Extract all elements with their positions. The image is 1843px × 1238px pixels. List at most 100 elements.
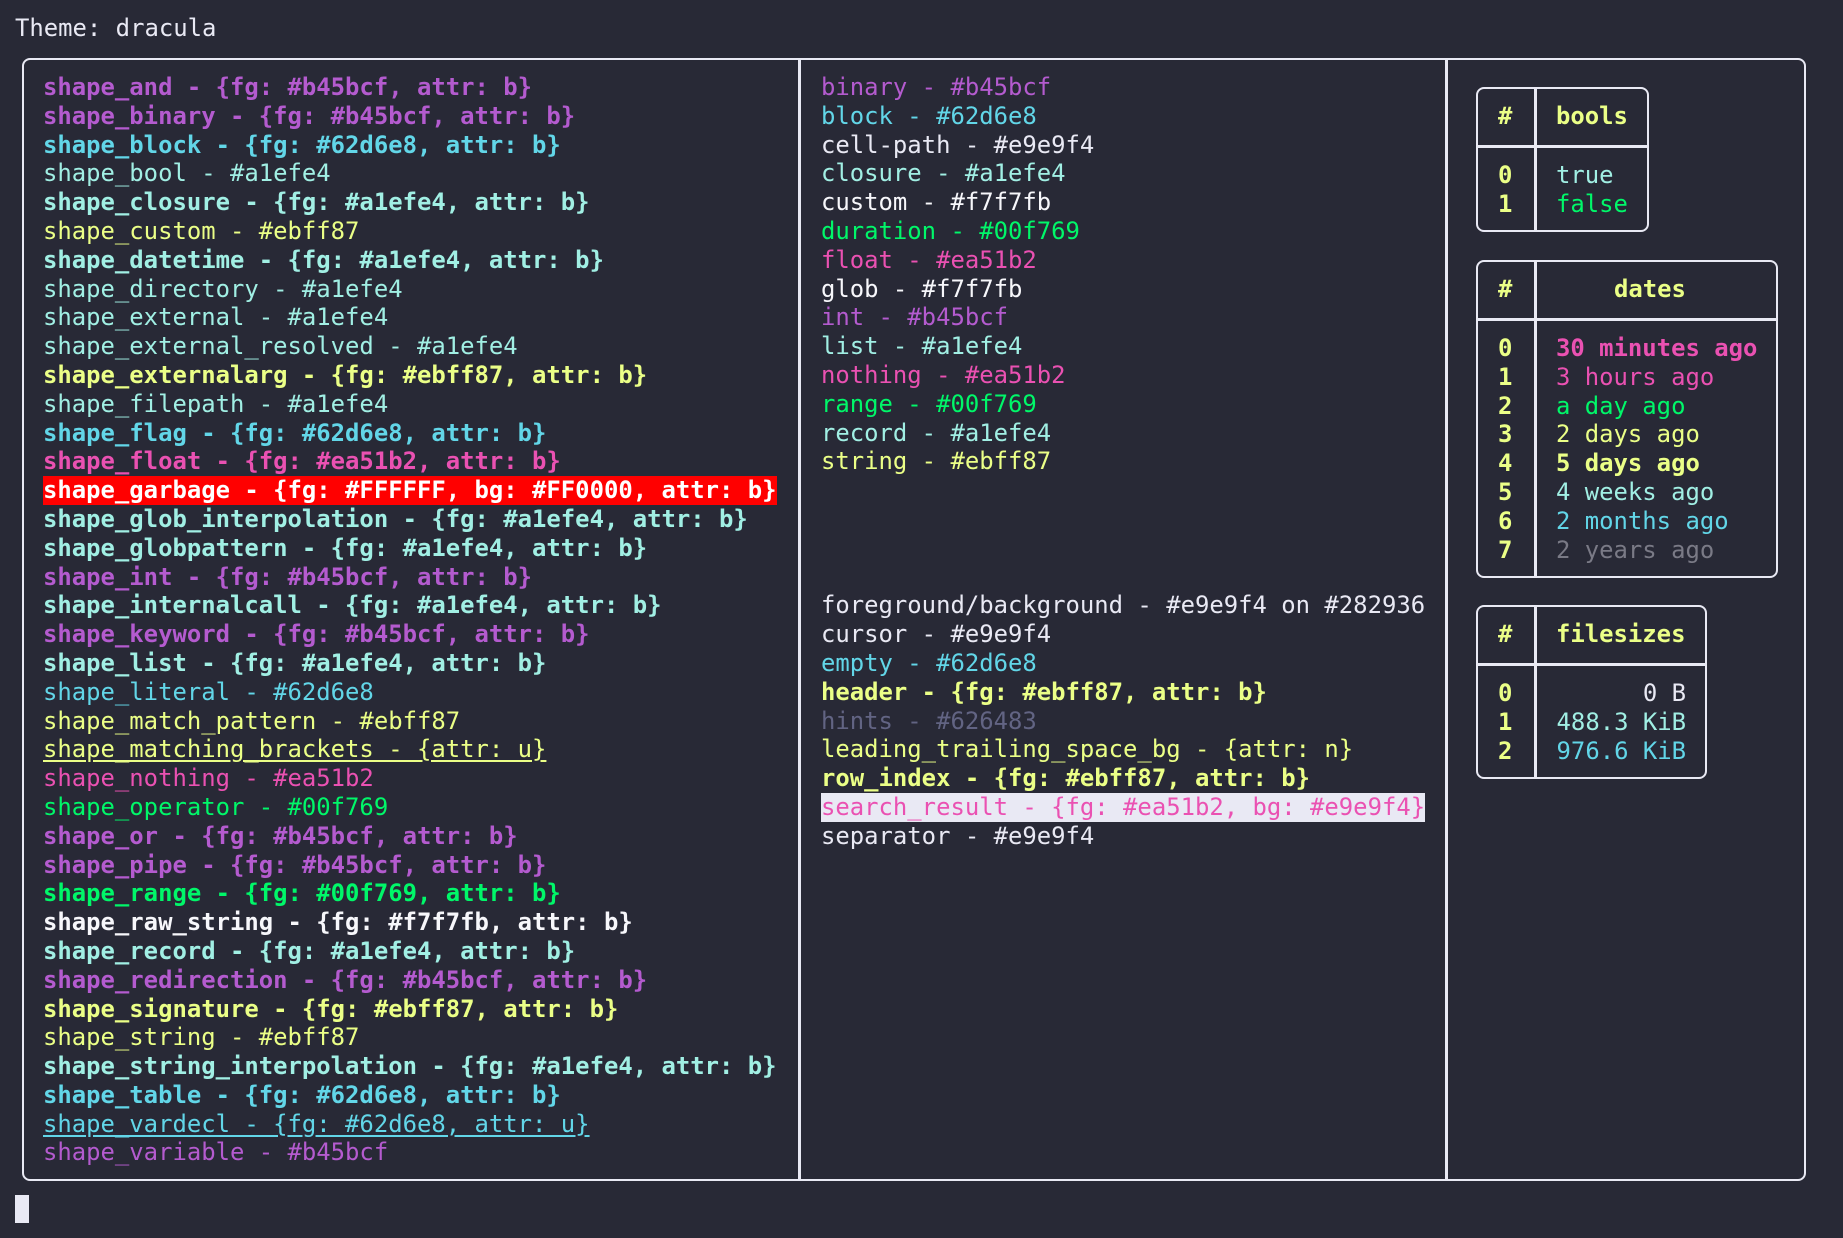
shape-color-entry: shape_float - {fg: #ea51b2, attr: b} xyxy=(43,447,561,476)
table-column-divider xyxy=(1534,89,1537,230)
type-color-list: binary - #b45bcf block - #62d6e8 cell-path… xyxy=(821,73,1094,476)
dates-value: 30 minutes ago xyxy=(1556,334,1758,362)
shape-color-entry: shape_closure - {fg: #a1efe4, attr: b} xyxy=(43,188,590,217)
ui-color-entry: separator - #e9e9f4 xyxy=(821,821,1095,850)
ui-color-entry: hints - #626483 xyxy=(821,706,1037,735)
row-index: 0 xyxy=(1498,161,1513,189)
row-index: 5 xyxy=(1498,478,1513,506)
table-header-divider xyxy=(1478,145,1647,148)
column-divider xyxy=(798,58,801,1181)
shape-color-entry: shape_range - {fg: #00f769, attr: b} xyxy=(43,879,561,908)
table-column-divider xyxy=(1534,262,1537,576)
table-header-divider xyxy=(1478,318,1776,321)
ui-color-entry: row_index - {fg: #ebff87, attr: b} xyxy=(821,764,1311,793)
type-color-entry: float - #ea51b2 xyxy=(821,245,1037,274)
shape-color-entry: shape_matching_brackets - {attr: u} xyxy=(43,735,547,764)
dates-header: dates xyxy=(1614,275,1686,303)
shape-color-entry: shape_external_resolved - #a1efe4 xyxy=(43,332,518,361)
row-index: 0 xyxy=(1498,334,1513,362)
dates-value: 3 hours ago xyxy=(1556,362,1715,391)
type-color-entry: list - #a1efe4 xyxy=(821,332,1023,361)
filesizes-value: 976.6 KiB xyxy=(1556,736,1686,765)
dates-value: a day ago xyxy=(1556,391,1686,420)
shape-color-entry: shape_and - {fg: #b45bcf, attr: b} xyxy=(43,73,533,101)
shape-color-entry: shape_keyword - {fg: #b45bcf, attr: b} xyxy=(43,620,590,649)
shape-color-entry: shape_externalarg - {fg: #ebff87, attr: … xyxy=(43,360,648,389)
ui-color-list: foreground/background - #e9e9f4 on #2829… xyxy=(821,591,1426,850)
ui-color-entry: search_result - {fg: #ea51b2, bg: #e9e9f… xyxy=(821,792,1426,822)
shape-color-entry: shape_filepath - #a1efe4 xyxy=(43,389,389,418)
type-color-entry: duration - #00f769 xyxy=(821,216,1080,245)
type-color-entry: cell-path - #e9e9f4 xyxy=(821,130,1095,159)
shape-color-entry: shape_globpattern - {fg: #a1efe4, attr: … xyxy=(43,533,648,562)
shape-color-entry: shape_flag - {fg: #62d6e8, attr: b} xyxy=(43,418,547,447)
terminal-cursor xyxy=(15,1195,29,1223)
shape-color-entry: shape_vardecl - {fg: #62d6e8, attr: u} xyxy=(43,1109,590,1138)
row-index: 4 xyxy=(1498,449,1513,478)
ui-color-entry: empty - #62d6e8 xyxy=(821,648,1037,677)
shape-color-entry: shape_bool - #a1efe4 xyxy=(43,159,331,188)
bools-value: false xyxy=(1556,189,1628,218)
shape-color-list: shape_and - {fg: #b45bcf, attr: b} shape_… xyxy=(43,73,777,1167)
index-header: # xyxy=(1498,275,1513,303)
shape-color-entry: shape_block - {fg: #62d6e8, attr: b} xyxy=(43,130,561,159)
dates-value: 2 months ago xyxy=(1556,506,1729,535)
shape-color-entry: shape_string - #ebff87 xyxy=(43,1023,360,1052)
filesizes-table: # filesizes 0 0 B 1 488.3 KiB 2 976.6 KiB xyxy=(1476,605,1707,779)
index-header: # xyxy=(1498,102,1513,130)
type-color-entry: string - #ebff87 xyxy=(821,447,1052,476)
bools-table: # bools 0 true 1 false xyxy=(1476,87,1649,232)
filesizes-value: 488.3 KiB xyxy=(1556,707,1686,736)
shape-color-entry: shape_list - {fg: #a1efe4, attr: b} xyxy=(43,648,547,677)
type-color-entry: int - #b45bcf xyxy=(821,303,1008,332)
row-index: 7 xyxy=(1498,535,1513,564)
shape-color-entry: shape_record - {fg: #a1efe4, attr: b} xyxy=(43,936,576,965)
type-color-entry: block - #62d6e8 xyxy=(821,101,1037,130)
ui-color-entry: foreground/background - #e9e9f4 on #2829… xyxy=(821,591,1426,620)
row-index: 1 xyxy=(1498,362,1513,391)
shape-color-entry: shape_string_interpolation - {fg: #a1efe… xyxy=(43,1052,777,1081)
type-color-entry: nothing - #ea51b2 xyxy=(821,360,1066,389)
shape-color-entry: shape_garbage - {fg: #FFFFFF, bg: #FF000… xyxy=(43,476,777,505)
table-column-divider xyxy=(1534,607,1537,777)
type-color-entry: custom - #f7f7fb xyxy=(821,188,1052,217)
shape-color-entry: shape_literal - #62d6e8 xyxy=(43,677,374,706)
row-index: 1 xyxy=(1498,707,1513,736)
row-index: 6 xyxy=(1498,506,1513,535)
shape-color-entry: shape_table - {fg: #62d6e8, attr: b} xyxy=(43,1080,561,1109)
shape-color-entry: shape_glob_interpolation - {fg: #a1efe4,… xyxy=(43,504,748,533)
shape-color-entry: shape_match_pattern - #ebff87 xyxy=(43,706,461,735)
bools-header: bools xyxy=(1556,102,1628,130)
shape-color-entry: shape_pipe - {fg: #b45bcf, attr: b} xyxy=(43,850,547,879)
shape-color-entry: shape_int - {fg: #b45bcf, attr: b} xyxy=(43,562,533,591)
shape-color-entry: shape_variable - #b45bcf xyxy=(43,1138,389,1167)
shape-color-entry: shape_raw_string - {fg: #f7f7fb, attr: b… xyxy=(43,908,633,937)
dates-value: 2 days ago xyxy=(1556,420,1700,449)
dates-table: # dates 0 30 minutes ago 1 3 hours ago 2 a da… xyxy=(1476,260,1778,578)
ui-color-entry: leading_trailing_space_bg - {attr: n} xyxy=(821,735,1354,764)
row-index: 2 xyxy=(1498,736,1513,765)
shape-color-entry: shape_internalcall - {fg: #a1efe4, attr:… xyxy=(43,591,662,620)
shape-color-entry: shape_or - {fg: #b45bcf, attr: b} xyxy=(43,821,518,850)
shape-color-entry: shape_nothing - #ea51b2 xyxy=(43,764,374,793)
dates-value: 5 days ago xyxy=(1556,449,1700,478)
dates-value: 2 years ago xyxy=(1556,535,1715,564)
theme-title: Theme: dracula xyxy=(15,14,217,42)
filesizes-value: 0 B xyxy=(1642,679,1686,707)
column-divider xyxy=(1445,58,1448,1181)
row-index: 0 xyxy=(1498,679,1513,707)
type-color-entry: closure - #a1efe4 xyxy=(821,159,1066,188)
row-index: 2 xyxy=(1498,391,1513,420)
table-header-divider xyxy=(1478,663,1705,666)
type-color-entry: glob - #f7f7fb xyxy=(821,274,1023,303)
filesizes-header: filesizes xyxy=(1556,620,1686,648)
shape-color-entry: shape_operator - #00f769 xyxy=(43,792,389,821)
row-index: 3 xyxy=(1498,420,1513,449)
index-header: # xyxy=(1498,620,1513,648)
bools-value: true xyxy=(1556,161,1614,189)
row-index: 1 xyxy=(1498,189,1513,218)
type-color-entry: range - #00f769 xyxy=(821,389,1037,418)
ui-color-entry: cursor - #e9e9f4 xyxy=(821,620,1052,649)
shape-color-entry: shape_signature - {fg: #ebff87, attr: b} xyxy=(43,994,619,1023)
shape-color-entry: shape_binary - {fg: #b45bcf, attr: b} xyxy=(43,101,576,130)
